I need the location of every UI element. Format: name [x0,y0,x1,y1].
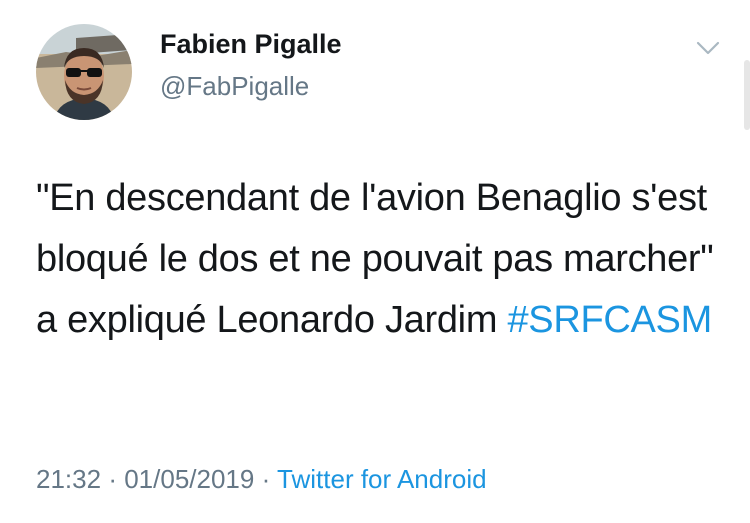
hashtag-link[interactable]: #SRFCASM [507,299,712,341]
scrollbar[interactable] [744,60,750,130]
tweet-date[interactable]: 01/05/2019 [124,464,254,494]
tweet-source-link[interactable]: Twitter for Android [277,464,487,494]
chevron-down-icon[interactable] [694,38,722,58]
author-display-name[interactable]: Fabien Pigalle [160,28,342,60]
meta-separator: · [108,464,117,494]
avatar-photo [36,24,132,120]
meta-separator: · [261,464,271,494]
avatar[interactable] [36,24,132,120]
tweet-time[interactable]: 21:32 [36,464,101,494]
tweet-metadata: 21:32 · 01/05/2019 · Twitter for Android [36,462,487,496]
tweet-card: Fabien Pigalle @FabPigalle "En descendan… [0,0,750,523]
author-handle[interactable]: @FabPigalle [160,70,309,102]
tweet-text: "En descendant de l'avion Benaglio s'est… [36,168,726,351]
